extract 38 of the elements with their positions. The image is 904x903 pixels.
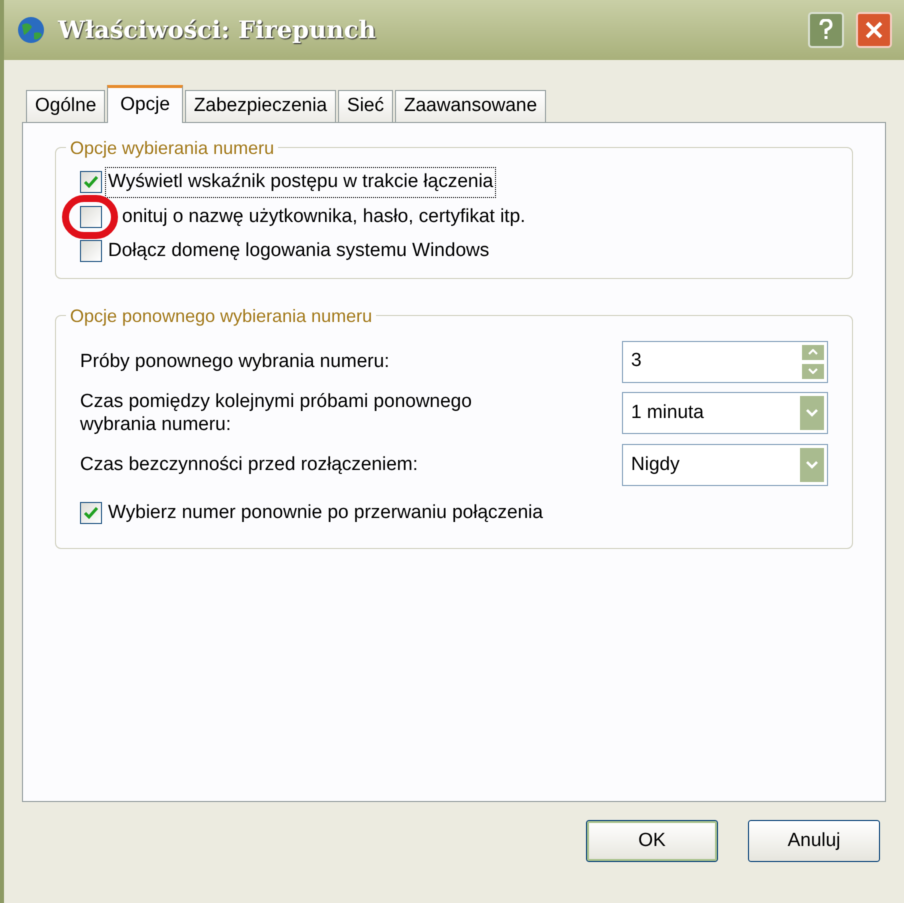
chevron-down-icon bbox=[806, 461, 818, 469]
checkbox-label: Wybierz numer ponownie po przerwaniu połączenia bbox=[107, 501, 544, 525]
help-icon bbox=[819, 19, 833, 41]
dialog-button[interactable]: Anuluj bbox=[748, 820, 880, 862]
checkbox-label: onituj o nazwę użytkownika, hasło, certyfikat itp. bbox=[121, 204, 526, 228]
dropdown[interactable]: 1 minuta bbox=[622, 392, 828, 434]
spinner-value: 3 bbox=[631, 349, 642, 374]
field-label: Próby ponownego wybrania numeru: bbox=[80, 350, 390, 374]
close-button[interactable] bbox=[856, 12, 892, 48]
checkbox-label: Dołącz domenę logowania systemu Windows bbox=[107, 239, 490, 263]
field-label: Czas bezczynności przed rozłączeniem: bbox=[80, 453, 419, 477]
checkbox[interactable] bbox=[80, 171, 102, 194]
dropdown-button[interactable] bbox=[799, 447, 825, 483]
field-label: Czas pomiędzy kolejnymi próbami ponownego wybrania numeru: bbox=[80, 390, 473, 437]
globe-icon bbox=[16, 15, 46, 45]
tab[interactable]: Sieć bbox=[338, 90, 393, 122]
dropdown-value: 1 minuta bbox=[631, 401, 704, 425]
help-button[interactable] bbox=[808, 12, 844, 48]
checkbox[interactable] bbox=[80, 240, 102, 262]
check-icon bbox=[83, 175, 99, 190]
spin-up-button[interactable] bbox=[801, 344, 825, 360]
checkbox[interactable] bbox=[80, 206, 102, 228]
dialog-button[interactable]: OK bbox=[586, 820, 718, 862]
tab[interactable]: Ogólne bbox=[26, 90, 106, 122]
checkbox[interactable] bbox=[80, 502, 102, 524]
check-icon bbox=[83, 506, 99, 520]
close-icon bbox=[865, 21, 883, 39]
dropdown[interactable]: Nigdy bbox=[622, 444, 828, 486]
spin-down-button[interactable] bbox=[801, 362, 825, 380]
dropdown-button[interactable] bbox=[799, 395, 825, 432]
chevron-down-icon bbox=[806, 409, 818, 418]
spinner-field[interactable]: 3 bbox=[622, 340, 828, 382]
checkbox-label: Wyświetl wskaźnik postępu w trakcie łączenia bbox=[106, 168, 496, 196]
window-title: Właściwości: Firepunch bbox=[58, 14, 376, 46]
dropdown-value: Nigdy bbox=[631, 452, 680, 477]
tab[interactable]: Opcje bbox=[107, 85, 183, 123]
tab[interactable]: Zaawansowane bbox=[394, 90, 546, 122]
tab[interactable]: Zabezpieczenia bbox=[184, 90, 336, 122]
